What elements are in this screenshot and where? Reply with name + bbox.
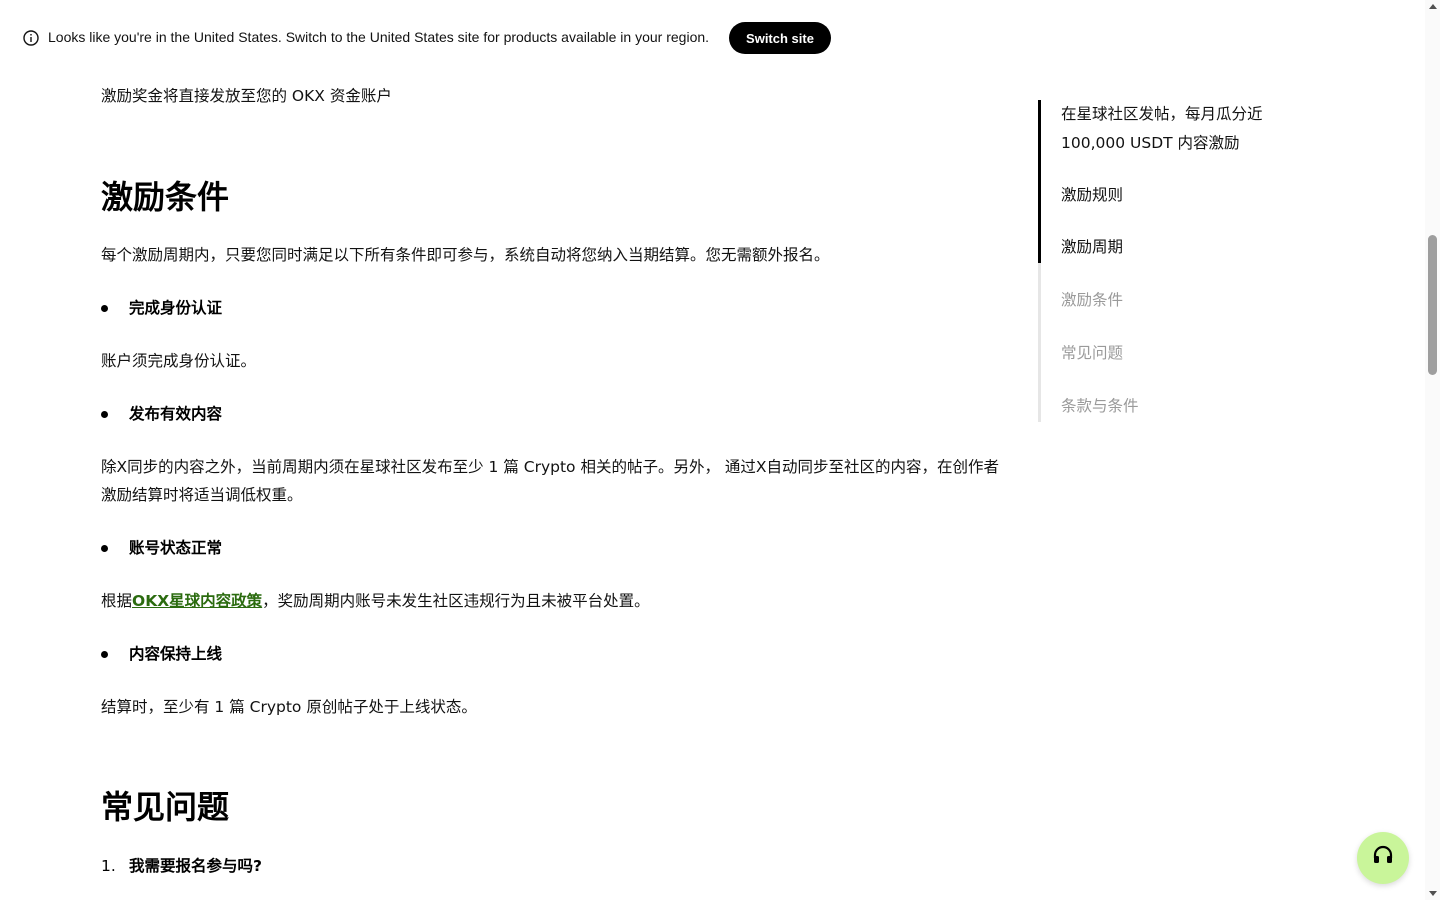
condition-title: 完成身份认证: [129, 299, 223, 317]
condition-title: 账号状态正常: [129, 539, 223, 557]
conditions-intro: 每个激励周期内，只要您同时满足以下所有条件即可参与，系统自动将您纳入当期结算。您…: [101, 246, 830, 264]
info-icon: [23, 30, 39, 46]
condition-desc: 账户须完成身份认证。: [101, 352, 257, 370]
table-of-contents: 在星球社区发帖，每月瓜分近 100,000 USDT 内容激励 激励规则 激励周…: [1038, 100, 1298, 422]
toc-item[interactable]: 激励条件: [1061, 286, 1123, 315]
scroll-down-arrow-icon[interactable]: [1429, 891, 1437, 896]
condition-title: 发布有效内容: [129, 405, 223, 423]
bullet-dot: [101, 305, 108, 312]
faq-question: 我需要报名参与吗?: [129, 857, 262, 875]
bullet-dot: [101, 651, 108, 658]
toc-item[interactable]: 常见问题: [1061, 339, 1123, 368]
customer-support-button[interactable]: [1357, 832, 1409, 884]
condition-desc: 根据OKX星球内容政策，奖励周期内账号未发生社区违规行为且未被平台处置。: [101, 587, 650, 615]
condition-desc: 结算时，至少有 1 篇 Crypto 原创帖子处于上线状态。: [101, 698, 477, 716]
condition-desc: 除X同步的内容之外，当前周期内须在星球社区发布至少 1 篇 Crypto 相关的…: [101, 458, 1000, 504]
condition-desc-suffix: ，奖励周期内账号未发生社区违规行为且未被平台处置。: [262, 592, 650, 610]
toc-item[interactable]: 条款与条件: [1061, 392, 1139, 421]
condition-title: 内容保持上线: [129, 645, 223, 663]
bullet-dot: [101, 545, 108, 552]
switch-site-button[interactable]: Switch site: [729, 22, 831, 54]
scrollbar-thumb[interactable]: [1428, 235, 1437, 375]
region-banner-message: Looks like you're in the United States. …: [48, 29, 710, 45]
bullet-dot: [101, 411, 108, 418]
toc-item[interactable]: 激励周期: [1061, 233, 1123, 262]
region-banner: Looks like you're in the United States. …: [0, 0, 1425, 76]
toc-item[interactable]: 在星球社区发帖，每月瓜分近 100,000 USDT 内容激励: [1061, 100, 1291, 158]
content-policy-link[interactable]: OKX星球内容政策: [132, 592, 262, 610]
scroll-up-arrow-icon[interactable]: [1429, 4, 1437, 9]
page-scrollbar[interactable]: [1425, 0, 1440, 900]
faq-heading: 常见问题: [101, 788, 230, 826]
condition-desc-prefix: 根据: [101, 592, 133, 610]
conditions-heading: 激励条件: [101, 178, 230, 216]
intro-line: 激励奖金将直接发放至您的 OKX 资金账户: [101, 87, 392, 105]
toc-item[interactable]: 激励规则: [1061, 181, 1123, 210]
toc-progress-indicator: [1038, 100, 1041, 263]
faq-number: 1.: [101, 857, 116, 875]
headset-icon: [1372, 845, 1394, 871]
